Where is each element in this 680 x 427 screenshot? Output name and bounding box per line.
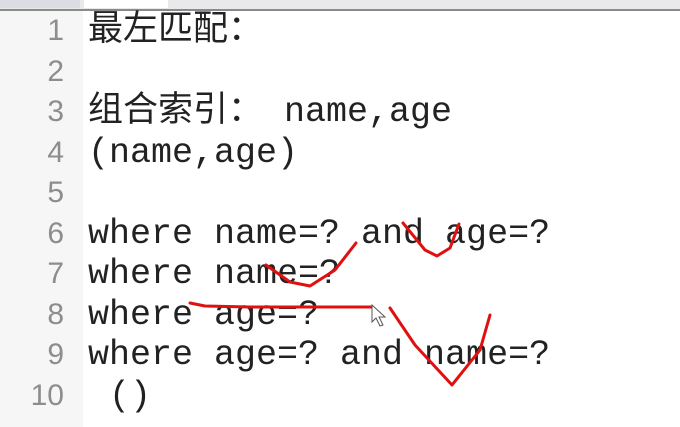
editor-line[interactable]: 3 组合索引： name,age	[0, 92, 680, 132]
line-text: ()	[88, 375, 152, 416]
editor-line[interactable]: 4 (name,age)	[0, 133, 680, 173]
line-number: 6	[47, 216, 64, 250]
line-text: where name=?	[88, 254, 341, 294]
tab-file[interactable]	[0, 0, 80, 8]
line-text: where name=? and age=?	[88, 213, 551, 254]
editor-line[interactable]: 5	[0, 173, 680, 213]
line-text: 组合索引： name,age	[88, 92, 453, 132]
line-number: 2	[47, 54, 64, 88]
editor-line[interactable]: 8 where age=?	[0, 295, 680, 335]
tab-bar	[0, 0, 680, 11]
line-number: 9	[47, 338, 64, 371]
editor-line[interactable]: 9 where age=? and name=?	[0, 335, 680, 375]
editor-line[interactable]: 2	[0, 52, 680, 92]
editor-line[interactable]: 7 where name=?	[0, 254, 680, 294]
line-number: 10	[30, 378, 64, 412]
line-number: 3	[47, 95, 64, 128]
editor-line[interactable]: 1 最左匹配：	[0, 11, 680, 51]
line-number: 7	[47, 257, 64, 290]
line-number: 4	[47, 135, 64, 169]
line-text: (name,age)	[88, 132, 299, 173]
line-text: 最左匹配：	[88, 11, 264, 51]
line-number: 8	[47, 297, 64, 331]
editor-line[interactable]: 10 ()	[0, 376, 680, 416]
line-number: 5	[47, 176, 64, 209]
line-number: 1	[47, 14, 64, 47]
line-text: where age=?	[88, 294, 320, 335]
tab-file-active[interactable]	[84, 0, 168, 8]
editor-line[interactable]: 6 where name=? and age=?	[0, 214, 680, 254]
line-text: where age=? and name=?	[88, 335, 551, 375]
